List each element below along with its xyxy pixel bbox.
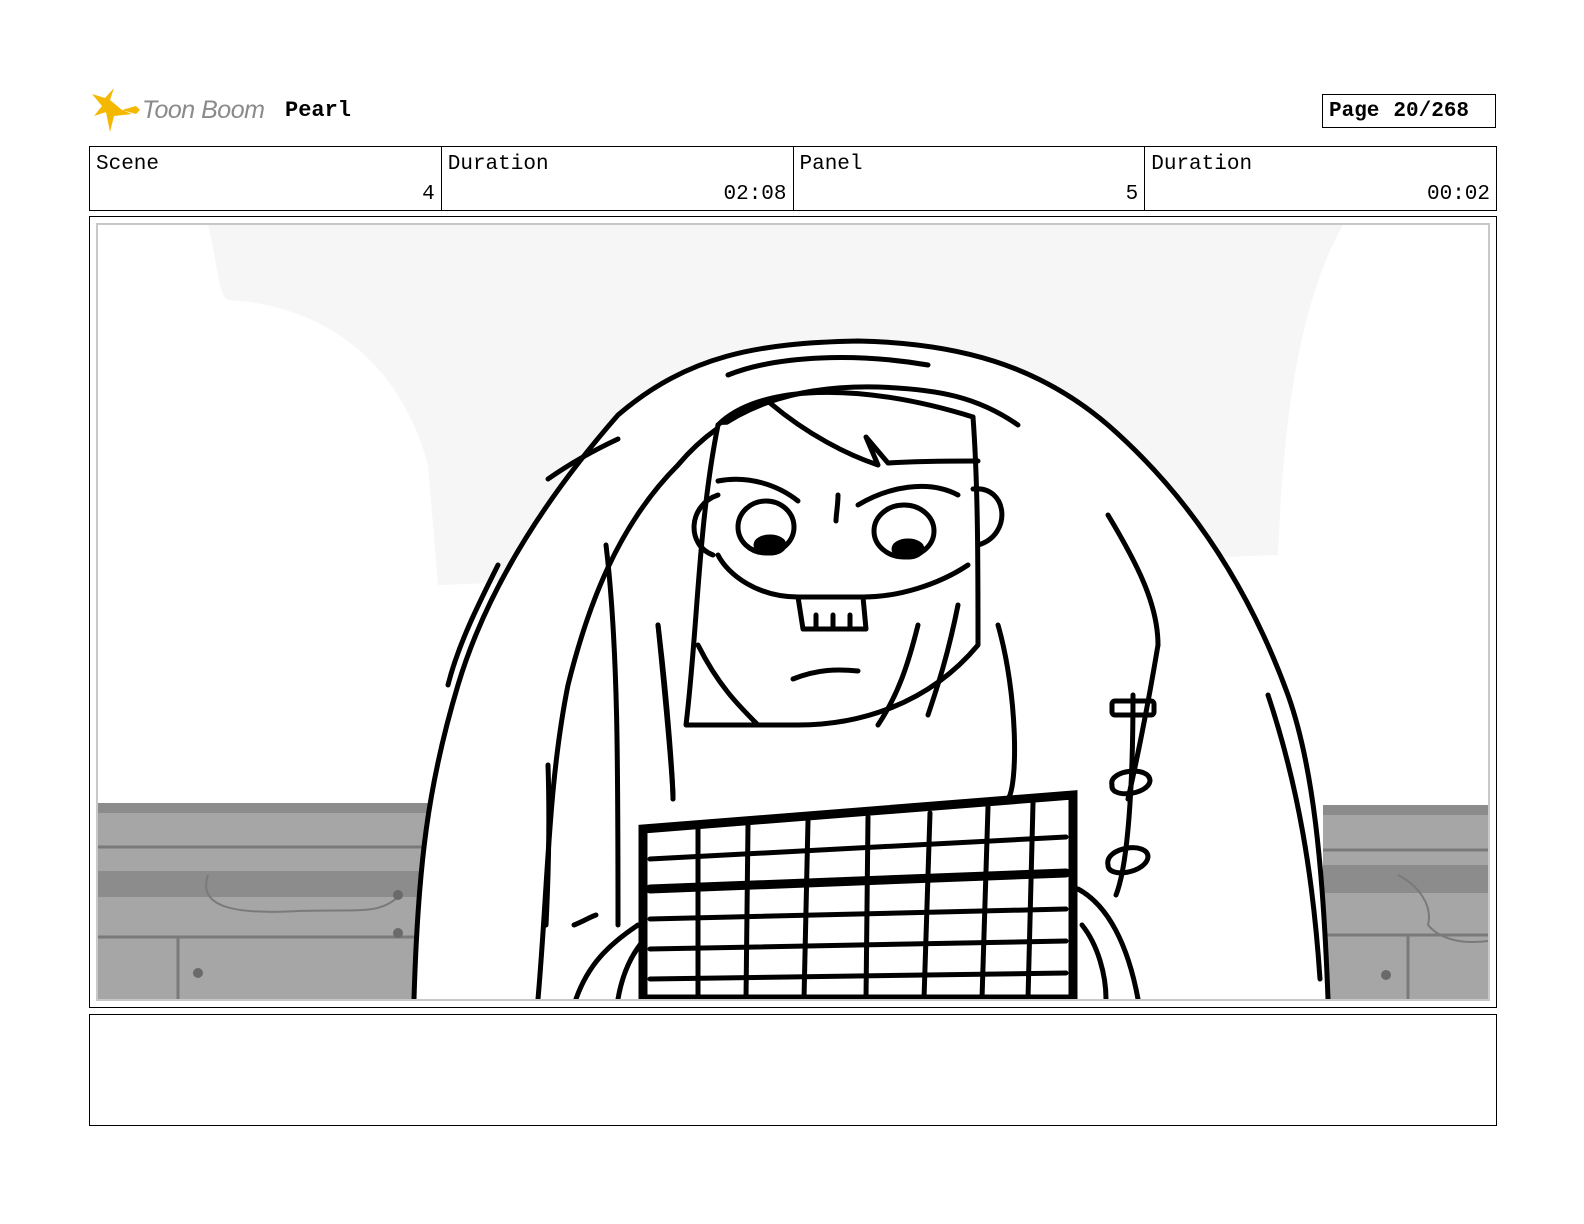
panel-label: Panel	[799, 153, 863, 176]
panel-duration-label: Duration	[1151, 153, 1253, 176]
scene-label: Scene	[96, 153, 160, 176]
page-value: 20/268	[1393, 99, 1470, 123]
right-wall	[1323, 805, 1488, 999]
panel-duration-cell: Duration 00:02	[1145, 147, 1496, 210]
left-wall	[98, 803, 428, 999]
panel-image	[96, 223, 1490, 1001]
project-title: Pearl	[285, 98, 352, 123]
comet-star-icon	[92, 88, 140, 132]
page-label: Page	[1329, 99, 1380, 123]
info-row: Scene 4 Duration 02:08 Panel 5 Duration …	[89, 146, 1497, 211]
page-counter: Page 20/268	[1322, 94, 1496, 128]
scene-value: 4	[422, 183, 435, 206]
scene-duration-cell: Duration 02:08	[442, 147, 794, 210]
character-sketch	[98, 225, 1488, 999]
panel-cell: Panel 5	[794, 147, 1146, 210]
scene-duration-value: 02:08	[723, 183, 787, 206]
scene-cell: Scene 4	[90, 147, 442, 210]
scene-duration-label: Duration	[447, 153, 549, 176]
held-grid	[638, 790, 1078, 999]
notes-box	[89, 1014, 1497, 1126]
logo-wordmark: Toon Boom	[142, 95, 265, 124]
storyboard-panel-frame	[89, 216, 1497, 1008]
panel-duration-value: 00:02	[1426, 183, 1490, 206]
panel-value: 5	[1125, 183, 1139, 206]
toon-boom-logo: Toon Boom	[92, 86, 265, 134]
